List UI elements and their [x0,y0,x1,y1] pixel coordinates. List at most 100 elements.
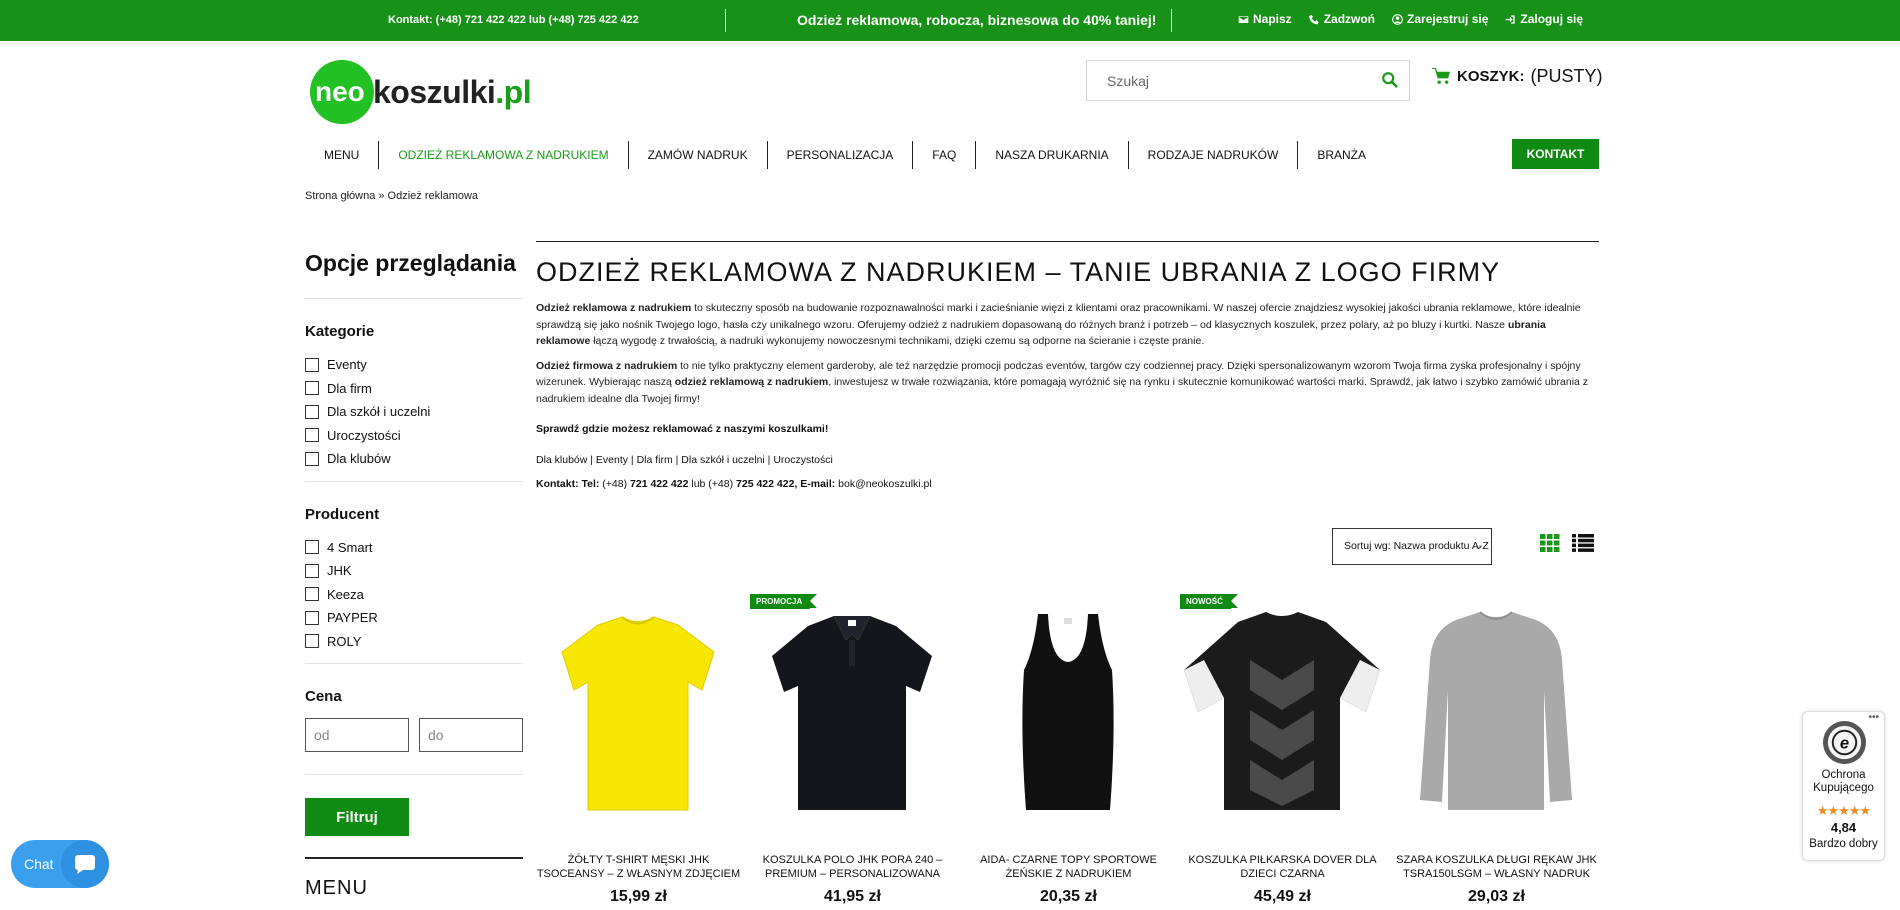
checkbox[interactable] [305,563,319,578]
sign-in-icon [1506,14,1516,24]
checkbox[interactable] [305,404,319,419]
nav-item-industry[interactable]: BRANŻA [1298,141,1385,169]
divider [536,241,1599,242]
category-checkbox[interactable]: Dla szkół i uczelni [305,400,523,424]
divider [305,480,523,482]
price-to-input[interactable] [419,718,523,752]
checkbox[interactable] [305,357,319,372]
phone-number[interactable]: 725 422 422 [736,478,794,490]
checkbox-label: Dla klubów [327,451,391,467]
search-icon[interactable] [1381,71,1399,89]
sort-select[interactable]: Sortuj wg: Nazwa produktu A-Z ⌄ [1332,528,1492,565]
checkbox[interactable] [305,451,319,466]
top-contact-text: Kontakt: (+48) 721 422 422 lub (+48) 725… [388,14,639,26]
text: (+48) [599,478,631,490]
list-view-icon[interactable] [1572,534,1594,552]
checkbox[interactable] [305,587,319,602]
product-image[interactable] [536,600,741,830]
checkbox[interactable] [305,634,319,649]
checkbox[interactable] [305,540,319,555]
contact-line: Kontakt: Tel: (+48) 721 422 422 lub (+48… [536,478,1599,490]
register-link[interactable]: Zarejestruj się [1392,12,1488,26]
nav-item-faq[interactable]: FAQ [913,141,977,169]
new-badge: NOWOŚĆ [1180,594,1238,609]
promo-text: Odzież reklamowa, robocza, biznesowa do … [797,12,1157,28]
description-paragraph: Odzież firmowa z nadrukiem to nie tylko … [536,358,1599,408]
producer-checkbox[interactable]: JHK [305,559,523,583]
chat-label: Chat [24,856,54,872]
check-where-text: Sprawdź gdzie możesz reklamować z naszym… [536,423,829,435]
product-image[interactable] [750,600,955,830]
write-link[interactable]: Napisz [1238,12,1292,26]
product-image[interactable] [966,600,1171,830]
contact-button[interactable]: KONTAKT [1512,139,1599,169]
producer-checkbox[interactable]: Keeza [305,583,523,607]
logo-circle: neo [310,60,374,124]
nav-item-print-shop[interactable]: NASZA DRUKARNIA [976,141,1129,169]
category-checkbox[interactable]: Dla klubów [305,447,523,471]
checkbox[interactable] [305,428,319,443]
cart-status: (PUSTY) [1530,66,1603,86]
checkbox-label: Dla firm [327,380,372,396]
producer-checkbox[interactable]: 4 Smart [305,536,523,560]
divider [305,663,523,664]
bold-text: Odzież reklamowa z nadrukiem [536,302,692,314]
divider [725,9,726,32]
text: łączą wygodę z trwałością, a nadruki wyk… [590,335,1205,347]
nav-item-personalization[interactable]: PERSONALIZACJA [768,141,914,169]
sidebar-menu-title: MENU [305,857,523,900]
long-sleeve-shape [1420,612,1572,810]
product-name[interactable]: SZARA KOSZULKA DŁUGI RĘKAW JHK TSRA150LS… [1394,853,1599,881]
logo-text-tld: .pl [495,73,532,110]
product-grid: ŻÓŁTY T-SHIRT MĘSKI JHK TSOCEANSY – Z WŁ… [536,590,1599,910]
login-link[interactable]: Zaloguj się [1505,12,1583,26]
sort-label: Sortuj wg: Nazwa produktu A-Z [1344,540,1489,552]
trust-seal-icon: e [1822,720,1867,765]
product-image[interactable] [1394,600,1599,830]
bold-text: Odzież firmowa z nadrukiem [536,359,678,372]
search-input[interactable] [1087,61,1357,100]
product-name[interactable]: KOSZULKA POLO JHK PORA 240 – PREMIUM – P… [750,853,955,881]
cart-button[interactable]: KOSZYK: (PUSTY) [1432,66,1603,87]
breadcrumb[interactable]: Strona główna » Odzież reklamowa [305,190,478,202]
call-label: Zadzwoń [1323,12,1376,26]
contact-label: Kontakt: Tel: [536,478,600,490]
trusted-shops-badge[interactable]: ••• e Ochrona Kupującego ★★★★★ 4,84 Bardz… [1802,711,1885,861]
checkbox-label: ROLY [327,633,362,649]
nav-item-advertising-clothing[interactable]: ODZIEŻ REKLAMOWA Z NADRUKIEM [379,141,629,169]
filter-button[interactable]: Filtruj [305,798,409,836]
chat-button[interactable]: Chat [11,840,109,888]
phone-number[interactable]: 721 422 422 [630,478,688,490]
price-from-input[interactable] [305,718,409,752]
nav-item-print-types[interactable]: RODZAJE NADRUKÓW [1129,141,1299,169]
checkbox[interactable] [305,610,319,625]
top-bar: Kontakt: (+48) 721 422 422 lub (+48) 725… [0,0,1900,41]
category-checkbox[interactable]: Eventy [305,353,523,377]
call-link[interactable]: Zadzwoń [1308,12,1376,26]
grid-view-icon[interactable] [1540,534,1560,552]
category-links[interactable]: Dla klubów | Eventy | Dla firm | Dla szk… [536,454,1599,466]
write-label: Napisz [1253,12,1292,26]
nav-item-order-print[interactable]: ZAMÓW NADRUK [629,141,768,169]
product-name[interactable]: KOSZULKA PIŁKARSKA DOVER DLA DZIECI CZAR… [1180,853,1385,881]
text: to skuteczny sposób na budowanie rozpozn… [536,302,1581,331]
checkbox[interactable] [305,381,319,396]
producer-checkbox[interactable]: ROLY [305,630,523,654]
product-name[interactable]: ŻÓŁTY T-SHIRT MĘSKI JHK TSOCEANSY – Z WŁ… [536,853,741,881]
checkbox-label: Uroczystości [327,427,401,443]
product-image[interactable] [1180,600,1385,830]
email-link[interactable]: bok@neokoszulki.pl [835,478,932,490]
tank-top-shape [1022,614,1114,810]
logo-text: koszulki.pl [373,73,532,111]
chat-bubble[interactable] [61,840,109,888]
category-checkbox[interactable]: Uroczystości [305,424,523,448]
producer-checkbox[interactable]: PAYPER [305,606,523,630]
main-nav: MENU ODZIEŻ REKLAMOWA Z NADRUKIEM ZAMÓW … [305,141,1385,169]
cart-label: KOSZYK: [1457,68,1525,85]
more-options-icon[interactable]: ••• [1868,712,1879,723]
site-logo[interactable]: neo koszulki.pl [310,60,532,124]
product-name[interactable]: AIDA- CZARNE TOPY SPORTOWE ŻEŃSKIE Z NAD… [966,853,1171,881]
nav-item-menu[interactable]: MENU [305,141,380,169]
category-checkbox[interactable]: Dla firm [305,377,523,401]
category-description: Odzież reklamowa z nadrukiem to skuteczn… [536,300,1599,407]
